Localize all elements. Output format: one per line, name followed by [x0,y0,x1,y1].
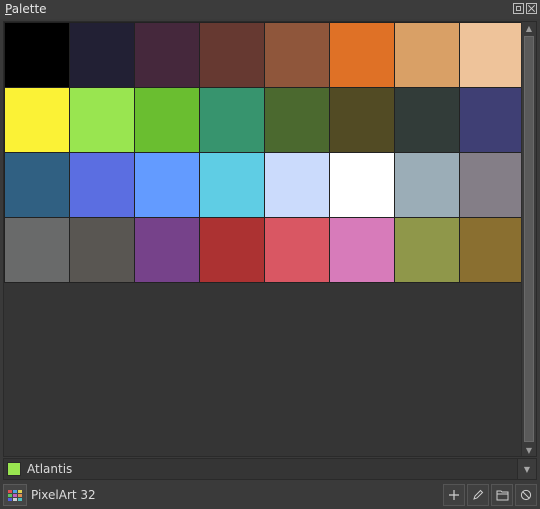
current-color-swatch [7,462,21,476]
palette-swatch[interactable] [135,23,199,87]
palette-swatch[interactable] [70,153,134,217]
palette-swatch[interactable] [135,153,199,217]
palette-swatch[interactable] [265,23,329,87]
palette-footer: PixelArt 32 [0,481,540,509]
palette-swatch[interactable] [395,23,459,87]
palette-swatch[interactable] [395,153,459,217]
current-color-name: Atlantis [27,462,73,476]
scroll-down-icon[interactable]: ▼ [522,444,536,456]
palette-swatch[interactable] [330,23,394,87]
plus-icon [449,490,459,500]
palette-swatch[interactable] [460,153,524,217]
palette-swatch[interactable] [460,23,524,87]
palette-swatch[interactable] [330,153,394,217]
clear-button[interactable] [515,484,537,506]
scroll-up-icon[interactable]: ▲ [522,22,536,34]
palette-swatch[interactable] [200,218,264,282]
pencil-icon [473,489,484,500]
circle-slash-icon [520,489,532,501]
palette-swatch[interactable] [70,23,134,87]
palette-swatch[interactable] [460,218,524,282]
palette-swatch[interactable] [70,88,134,152]
palette-swatch[interactable] [265,153,329,217]
palette-name: PixelArt 32 [31,488,96,502]
palette-swatch[interactable] [265,88,329,152]
palette-swatch[interactable] [395,218,459,282]
palette-swatch[interactable] [5,218,69,282]
vertical-scrollbar[interactable]: ▲ ▼ [521,22,536,456]
palette-swatch[interactable] [460,88,524,152]
palette-menu-button[interactable] [3,484,27,506]
palette-swatch[interactable] [330,88,394,152]
palette-swatch[interactable] [5,153,69,217]
edit-color-button[interactable] [467,484,489,506]
palette-icon [8,489,22,501]
close-icon[interactable] [526,3,537,14]
float-icon[interactable] [513,3,524,14]
load-palette-button[interactable] [491,484,513,506]
palette-swatch[interactable] [5,23,69,87]
palette-swatch[interactable] [5,88,69,152]
palette-swatch[interactable] [330,218,394,282]
palette-swatch[interactable] [70,218,134,282]
palette-swatch[interactable] [265,218,329,282]
palette-swatch[interactable] [395,88,459,152]
palette-swatch[interactable] [200,88,264,152]
panel-titlebar: Palette [0,0,540,19]
folder-icon [496,490,508,501]
palette-swatch[interactable] [200,23,264,87]
palette-swatch[interactable] [200,153,264,217]
palette-view: ▲ ▼ [3,21,537,457]
add-color-button[interactable] [443,484,465,506]
panel-title: Palette [5,2,47,16]
scrollbar-thumb[interactable] [524,36,534,442]
palette-swatch[interactable] [135,218,199,282]
chevron-down-icon[interactable]: ▼ [517,459,536,479]
palette-grid [4,22,525,283]
current-color-selector[interactable]: Atlantis ▼ [3,458,537,480]
palette-swatch[interactable] [135,88,199,152]
